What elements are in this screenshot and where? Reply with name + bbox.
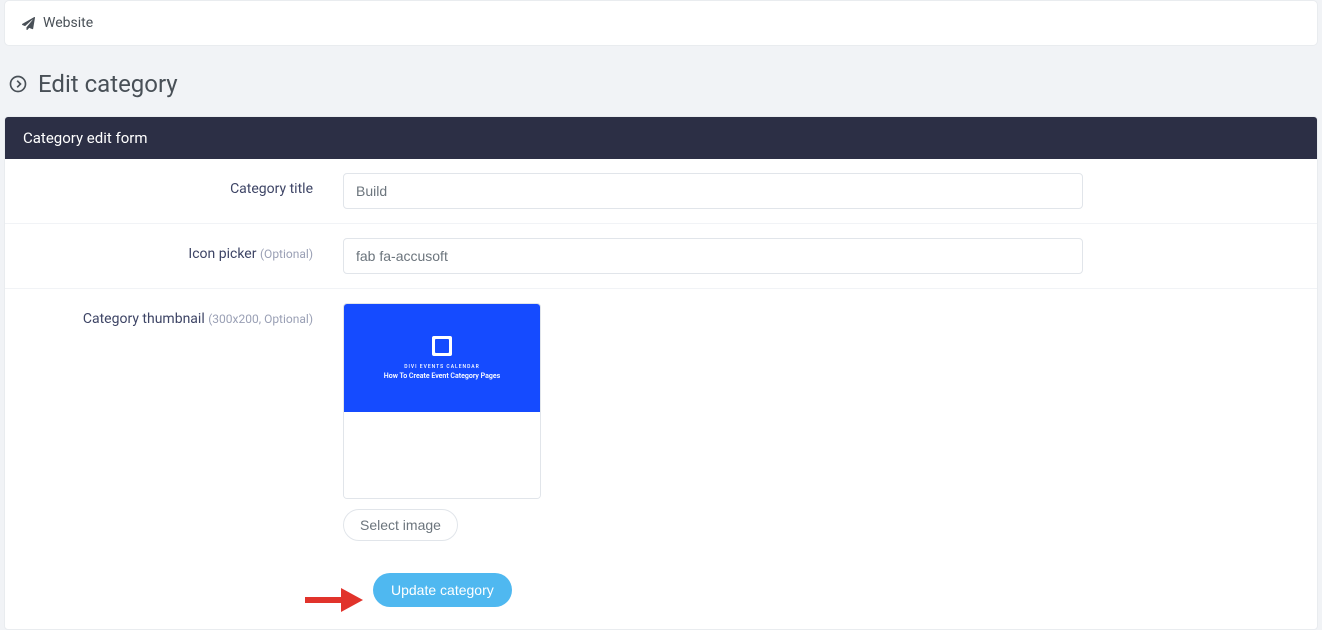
- arrow-right-icon: [303, 586, 363, 614]
- arrow-circle-right-icon: [8, 74, 28, 94]
- thumbnail-caption: How To Create Event Category Pages: [384, 372, 500, 380]
- label-hint: (Optional): [260, 247, 313, 261]
- calendar-icon: [432, 336, 452, 356]
- label-icon-picker: Icon picker (Optional): [23, 238, 343, 262]
- paper-plane-icon: [21, 16, 35, 30]
- label-hint: (300x200, Optional): [208, 312, 313, 326]
- category-edit-panel: Category edit form Category title Icon p…: [4, 116, 1318, 630]
- breadcrumb-link-website[interactable]: Website: [43, 15, 93, 31]
- category-title-input[interactable]: [343, 173, 1083, 209]
- thumbnail-image: DIVI EVENTS CALENDAR How To Create Event…: [344, 304, 540, 412]
- icon-picker-input[interactable]: [343, 238, 1083, 274]
- row-thumbnail: Category thumbnail (300x200, Optional) D…: [5, 289, 1317, 555]
- breadcrumb: Website: [4, 0, 1318, 46]
- label-category-title: Category title: [23, 173, 343, 197]
- label-thumbnail: Category thumbnail (300x200, Optional): [23, 303, 343, 327]
- update-category-button[interactable]: Update category: [373, 573, 512, 607]
- page-title: Edit category: [38, 70, 178, 98]
- label-text: Category thumbnail: [83, 311, 205, 327]
- select-image-button[interactable]: Select image: [343, 509, 458, 541]
- page-heading: Edit category: [0, 46, 1322, 116]
- thumbnail-preview: DIVI EVENTS CALENDAR How To Create Event…: [343, 303, 541, 499]
- form-actions: Update category: [5, 555, 1317, 629]
- thumbnail-caption-small: DIVI EVENTS CALENDAR: [404, 364, 480, 370]
- row-icon-picker: Icon picker (Optional): [5, 224, 1317, 289]
- label-text: Icon picker: [188, 246, 256, 262]
- row-category-title: Category title: [5, 159, 1317, 224]
- label-text: Category title: [230, 181, 313, 197]
- panel-header: Category edit form: [5, 117, 1317, 159]
- thumbnail-empty-area: [344, 412, 540, 498]
